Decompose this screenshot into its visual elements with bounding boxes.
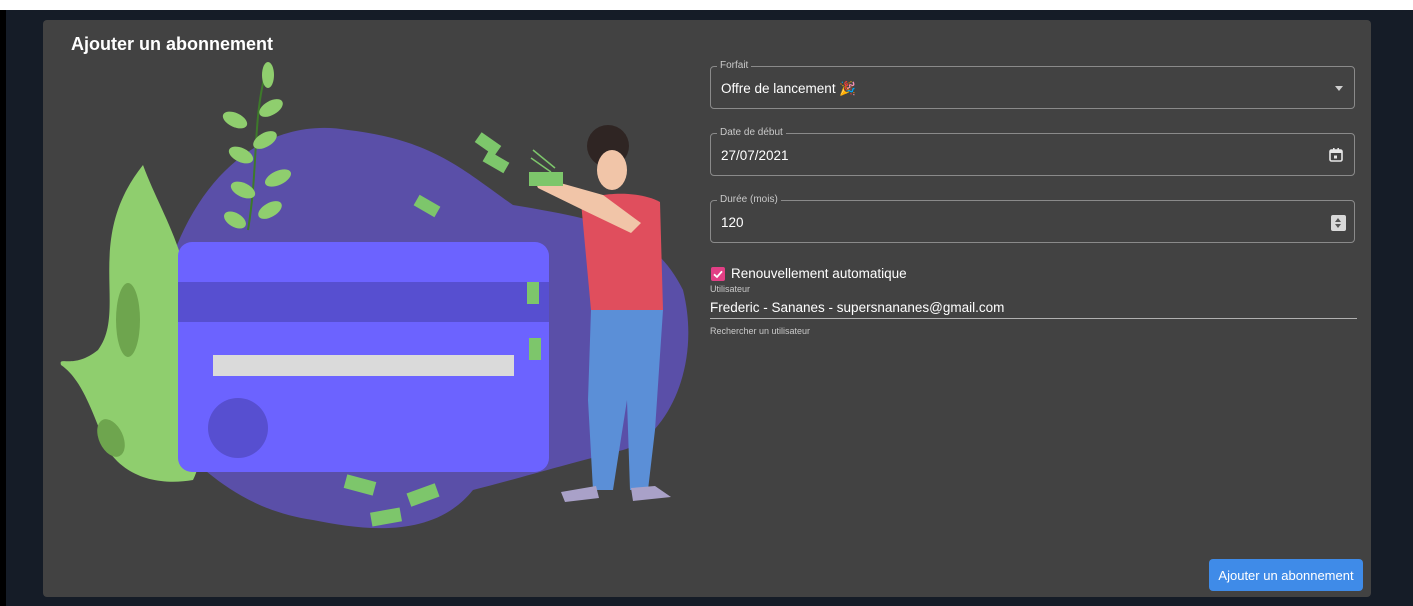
forfait-label: Forfait	[717, 60, 752, 72]
duration-value: 120	[721, 215, 744, 230]
add-subscription-button[interactable]: Ajouter un abonnement	[1209, 559, 1363, 591]
checkmark-icon[interactable]	[711, 267, 725, 281]
forfait-select[interactable]: Forfait Offre de lancement 🎉	[710, 60, 1355, 109]
duration-label: Durée (mois)	[717, 194, 781, 206]
start-date-field[interactable]: Date de début 27/07/2021	[710, 127, 1355, 176]
chevron-down-icon[interactable]	[1335, 86, 1343, 91]
duration-field[interactable]: Durée (mois) 120	[710, 194, 1355, 243]
number-spinner-icon[interactable]	[1331, 215, 1346, 231]
forfait-value: Offre de lancement 🎉	[721, 81, 857, 96]
left-strip	[0, 10, 6, 606]
start-date-value: 27/07/2021	[721, 148, 789, 163]
user-search-input[interactable]: Frederic - Sananes - supersnananes@gmail…	[710, 300, 1004, 315]
user-input-underline	[710, 318, 1357, 319]
start-date-label: Date de début	[717, 127, 786, 139]
user-caption: Utilisateur	[710, 284, 751, 294]
payment-illustration	[60, 62, 689, 529]
calendar-icon[interactable]	[1328, 147, 1344, 163]
top-strip	[0, 0, 1413, 10]
user-helper-text: Rechercher un utilisateur	[710, 326, 811, 336]
subscription-card: Ajouter un abonnement Forfait Offre de l…	[43, 20, 1371, 597]
auto-renew-label: Renouvellement automatique	[731, 266, 907, 281]
